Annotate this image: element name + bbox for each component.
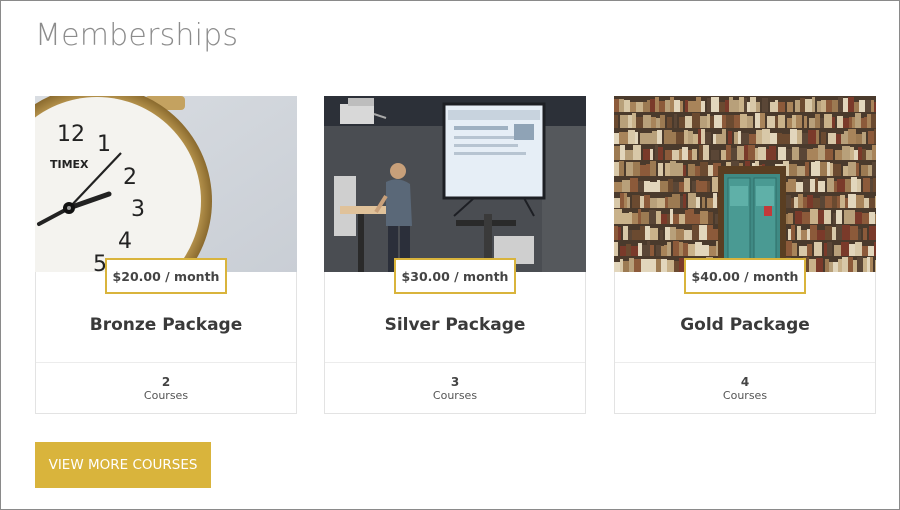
membership-card-gold[interactable]: $40.00 / month Gold Package 4 Courses [614, 96, 876, 414]
memberships-section: Memberships 12 1 2 3 4 5 TIMEX $20.00 / … [0, 0, 900, 510]
bookshelf-door-image[interactable] [614, 96, 876, 272]
clock-brand-text: TIMEX [50, 158, 89, 171]
course-label: Courses [722, 389, 768, 402]
package-title[interactable]: Silver Package [325, 315, 585, 335]
svg-text:12: 12 [57, 122, 85, 147]
price-badge: $30.00 / month [394, 258, 516, 294]
presenter-projector-image[interactable] [324, 96, 586, 272]
membership-card-bronze[interactable]: 12 1 2 3 4 5 TIMEX $20.00 / month Bronze… [35, 96, 297, 414]
card-divider [615, 362, 875, 363]
price-badge: $40.00 / month [684, 258, 806, 294]
course-label: Courses [432, 389, 478, 402]
svg-text:3: 3 [131, 197, 145, 222]
page-title: Memberships [35, 18, 239, 53]
svg-text:1: 1 [97, 132, 111, 157]
view-more-courses-button[interactable]: VIEW MORE COURSES [35, 442, 211, 488]
course-count: 2 [161, 375, 171, 389]
svg-text:4: 4 [118, 229, 132, 254]
card-divider [325, 362, 585, 363]
package-title[interactable]: Bronze Package [36, 315, 296, 335]
course-count: 4 [740, 375, 750, 389]
course-count: 3 [450, 375, 460, 389]
membership-card-silver[interactable]: $30.00 / month Silver Package 3 Courses [324, 96, 586, 414]
card-divider [36, 362, 296, 363]
svg-text:2: 2 [123, 165, 137, 190]
price-badge: $20.00 / month [105, 258, 227, 294]
package-title[interactable]: Gold Package [615, 315, 875, 335]
course-label: Courses [143, 389, 189, 402]
alarm-clock-image[interactable]: 12 1 2 3 4 5 TIMEX [35, 96, 297, 272]
